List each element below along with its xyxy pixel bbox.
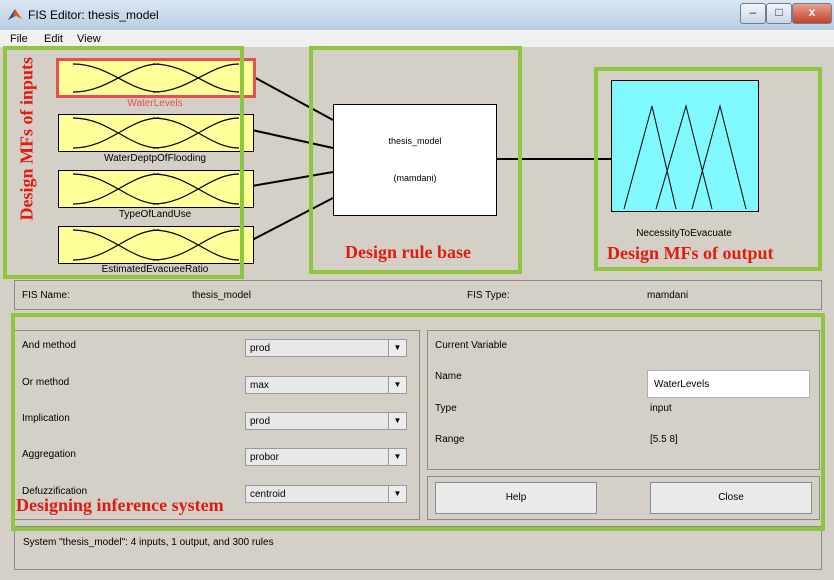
- fis-name-label: FIS Name:: [22, 290, 70, 301]
- output-frame: [594, 67, 822, 271]
- inputs-annotation: Design MFs of inputs: [16, 56, 37, 221]
- status-bar: [14, 526, 822, 570]
- fis-type-label: FIS Type:: [467, 290, 510, 301]
- rule-base-annotation: Design rule base: [345, 242, 471, 262]
- output-annotation: Design MFs of output: [607, 243, 774, 263]
- rule-base-frame: [309, 46, 522, 274]
- inference-annotation: Designing inference system: [16, 495, 224, 515]
- fis-name-value: thesis_model: [192, 290, 251, 301]
- fis-info-panel: [14, 280, 822, 310]
- fis-type-value: mamdani: [647, 290, 689, 301]
- inputs-frame: [3, 46, 244, 279]
- status-text: System "thesis_model": 4 inputs, 1 outpu…: [23, 537, 274, 548]
